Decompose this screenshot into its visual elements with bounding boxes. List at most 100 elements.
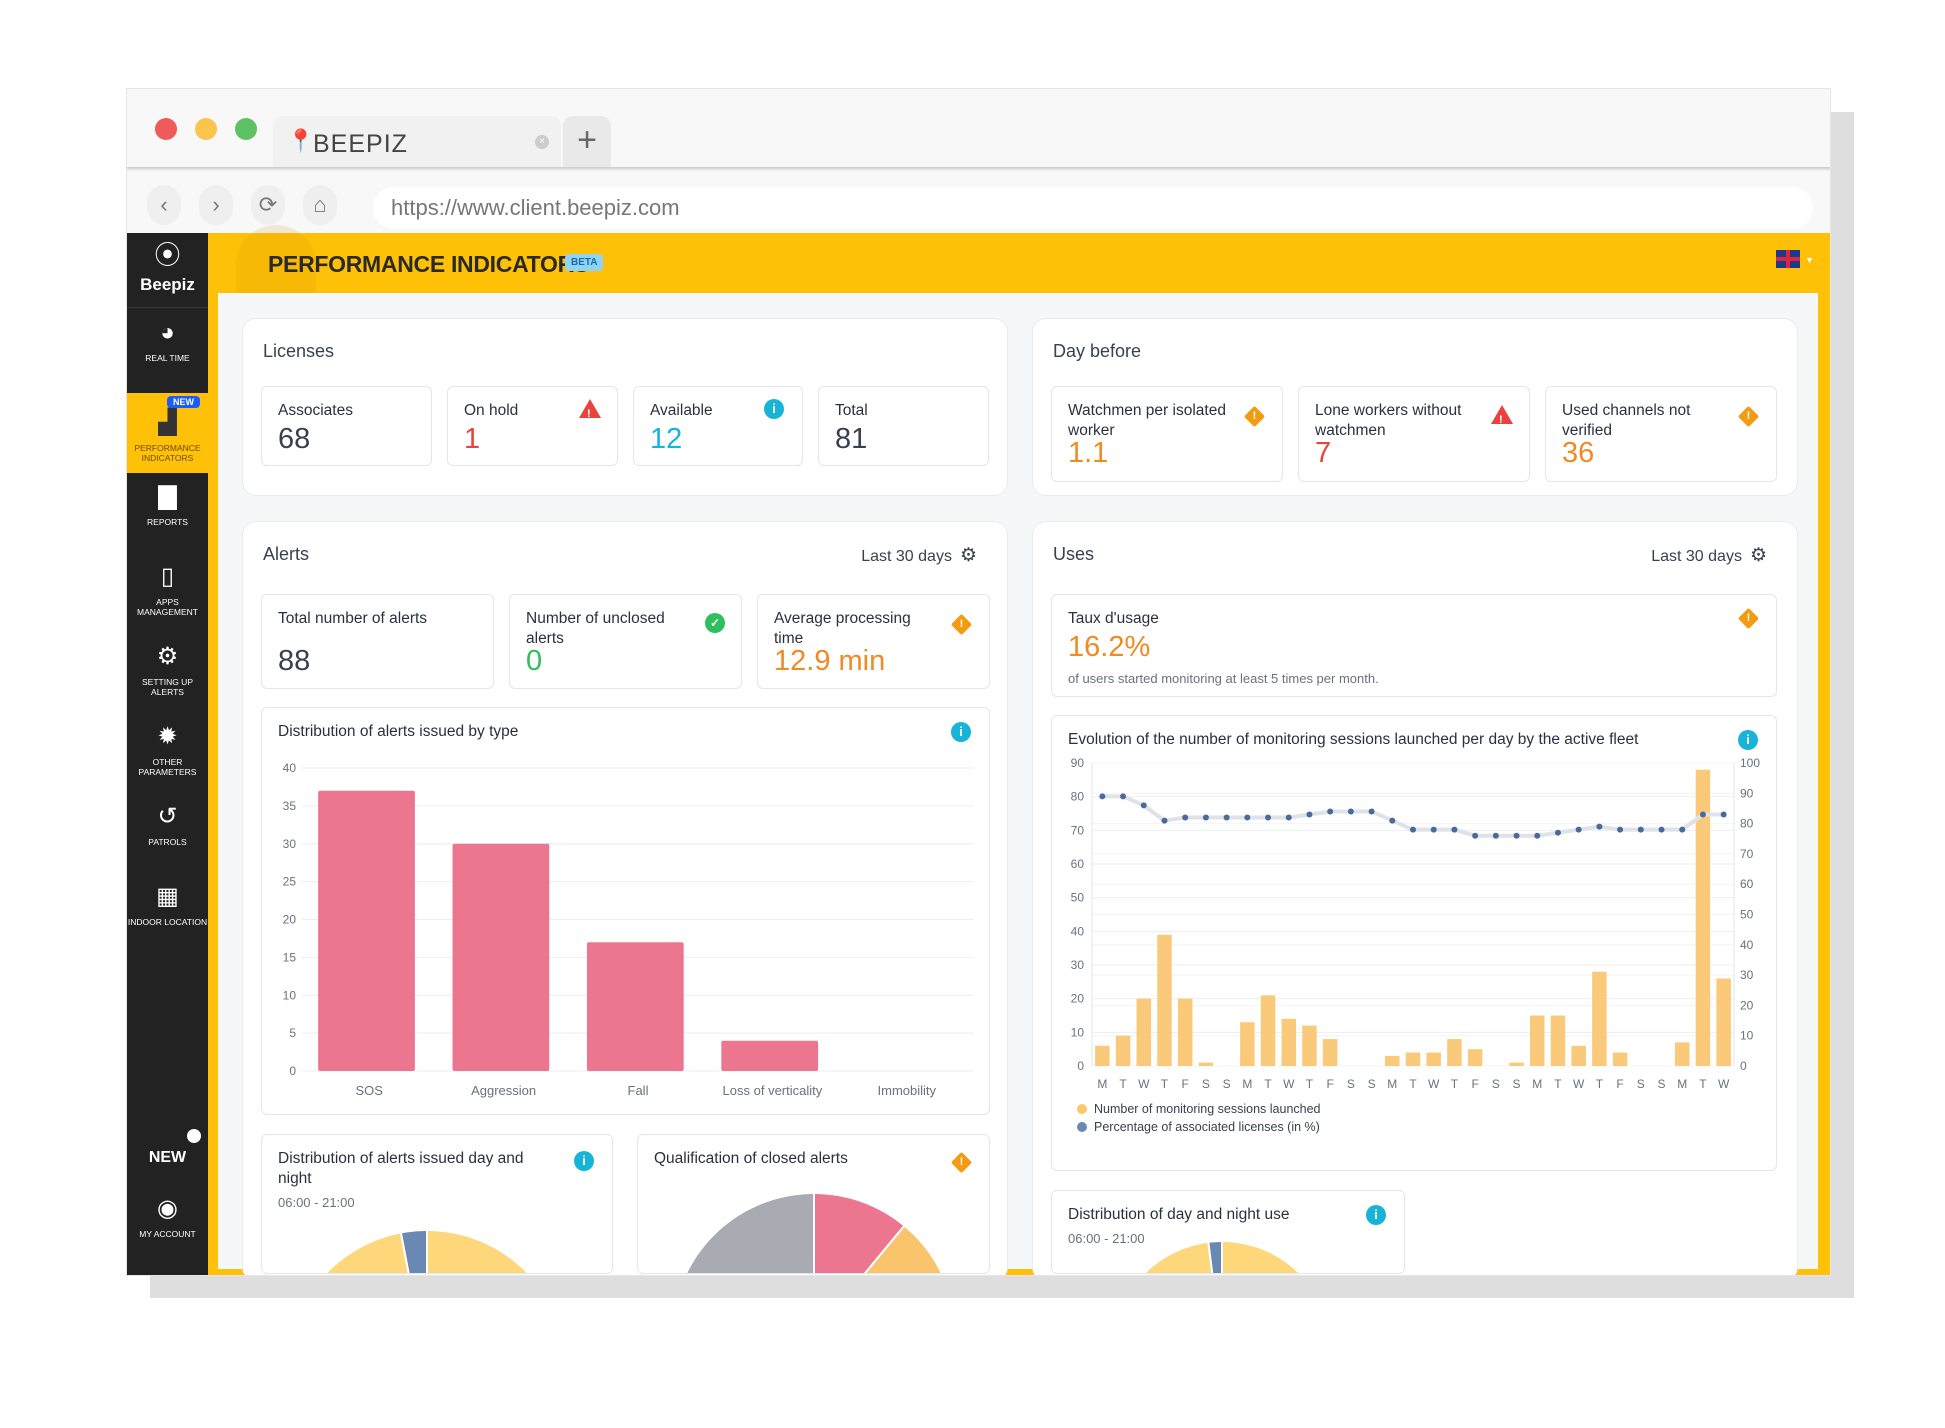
bar-loss-of-verticality — [721, 1040, 819, 1071]
x-tick-label: S — [1492, 1077, 1500, 1091]
dashboard: Licenses Associates 68 On hold ! 1 Avail… — [218, 293, 1818, 1275]
stat-value: 12 — [650, 423, 683, 455]
beta-badge: BETA — [565, 254, 604, 271]
uk-flag-icon[interactable] — [1776, 250, 1800, 268]
language-dropdown-icon[interactable]: ▼ — [1805, 255, 1814, 265]
license-point — [1099, 793, 1106, 800]
sidebar: ⦿ Beepiz ◕ REAL TIME NEW ▟ PERFORMANCE I… — [127, 233, 208, 1275]
sidebar-item-real-time[interactable]: ◕ REAL TIME — [127, 319, 208, 363]
sessions-chart-card: Evolution of the number of monitoring se… — [1051, 715, 1777, 1171]
x-tick-label: W — [1138, 1077, 1150, 1091]
minimize-window-button[interactable] — [195, 118, 217, 140]
warning-icon: ! — [1737, 607, 1760, 630]
alerts-by-type-chart-card: Distribution of alerts issued by type i … — [261, 707, 990, 1115]
sidebar-item-label: APPS MANAGEMENT — [137, 597, 198, 617]
session-bar — [1095, 1045, 1110, 1066]
x-tick-label: T — [1451, 1077, 1459, 1091]
stat-available: Available i 12 — [633, 386, 803, 466]
stat-label: Lone workers without watchmen — [1315, 402, 1462, 439]
license-point — [1202, 814, 1209, 821]
y-left-tick-label: 90 — [1071, 756, 1085, 770]
beepiz-pin-icon: ⦿ — [154, 240, 181, 270]
pie-slice — [324, 1229, 530, 1273]
gear-icon[interactable]: ⚙ — [1750, 544, 1767, 567]
home-button[interactable]: ⌂ — [303, 185, 337, 225]
period-selector[interactable]: Last 30 days ⚙ — [861, 544, 977, 567]
x-tick-label: W — [1428, 1077, 1440, 1091]
y-right-tick-label: 50 — [1740, 908, 1754, 922]
x-tick-label: W — [1283, 1077, 1295, 1091]
info-icon[interactable]: i — [764, 399, 784, 419]
sidebar-item-other-parameters[interactable]: ✹ OTHER PARAMETERS — [127, 723, 208, 777]
new-features-link[interactable]: NEW — [127, 1149, 208, 1167]
reload-button[interactable]: ⟳ — [251, 185, 285, 225]
close-window-button[interactable] — [155, 118, 177, 140]
x-tick-label: T — [1699, 1077, 1707, 1091]
license-point — [1327, 808, 1334, 815]
stat-associates: Associates 68 — [261, 386, 432, 466]
license-point — [1637, 826, 1644, 833]
period-selector[interactable]: Last 30 days ⚙ — [1651, 544, 1767, 567]
license-point — [1306, 811, 1313, 818]
period-label: Last 30 days — [861, 548, 952, 565]
sidebar-item-indoor-location[interactable]: ▦ INDOOR LOCATION — [127, 883, 208, 927]
stat-value: 36 — [1562, 437, 1595, 469]
stat-value: 1.1 — [1068, 437, 1109, 469]
sidebar-item-label: INDOOR LOCATION — [127, 917, 208, 927]
danger-icon: ! — [1491, 405, 1513, 426]
stat-value: 1 — [464, 423, 481, 455]
stat-label: Watchmen per isolated worker — [1068, 402, 1226, 439]
sidebar-item-my-account[interactable]: ◉ MY ACCOUNT — [127, 1195, 208, 1239]
y-tick-label: 40 — [283, 761, 297, 775]
x-tick-label: Fall — [628, 1083, 649, 1098]
stat-value: 12.9 min — [774, 645, 886, 677]
pie-chart-icon: ◕ — [160, 319, 175, 346]
brand-name: Beepiz — [140, 275, 195, 294]
brand-logo[interactable]: ⦿ Beepiz — [127, 241, 208, 295]
license-point — [1120, 793, 1127, 800]
page-title: PERFORMANCE INDICATORS — [268, 251, 589, 277]
x-tick-label: S — [1637, 1077, 1645, 1091]
sidebar-item-reports[interactable]: ▇ REPORTS — [127, 483, 208, 527]
sidebar-item-performance-indicators[interactable]: NEW ▟ PERFORMANCE INDICATORS — [127, 393, 208, 473]
x-tick-label: Loss of verticality — [723, 1083, 823, 1098]
address-bar[interactable]: https://www.client.beepiz.com — [373, 187, 1813, 229]
gear-icon[interactable]: ⚙ — [960, 544, 977, 567]
x-tick-label: S — [1347, 1077, 1355, 1091]
x-tick-label: S — [1658, 1077, 1666, 1091]
y-left-tick-label: 70 — [1071, 823, 1085, 837]
alerts-day-night-pie — [324, 1229, 530, 1273]
sidebar-item-setting-up-alerts[interactable]: ⚙ SETTING UP ALERTS — [127, 643, 208, 697]
alerts-day-night-card: Distribution of alerts issued day and ni… — [261, 1134, 613, 1274]
tab-close-icon[interactable]: × — [535, 135, 549, 149]
back-button[interactable]: ‹ — [147, 185, 181, 225]
bar-chart-icon: ▟ — [158, 409, 177, 436]
browser-tab[interactable]: 📍 BEEPIZ × — [273, 116, 561, 168]
stat-unverified-channels: Used channels not verified ! 36 — [1545, 386, 1777, 482]
period-label: Last 30 days — [1651, 548, 1742, 565]
x-tick-label: F — [1616, 1077, 1623, 1091]
y-right-tick-label: 80 — [1740, 817, 1754, 831]
session-bar — [1550, 1015, 1566, 1066]
license-point — [1161, 817, 1168, 824]
y-right-tick-label: 40 — [1740, 938, 1754, 952]
session-bar — [1405, 1052, 1421, 1066]
sidebar-item-apps-management[interactable]: ▯ APPS MANAGEMENT — [127, 563, 208, 617]
stat-label: Available — [650, 402, 713, 419]
maximize-window-button[interactable] — [235, 118, 257, 140]
license-point — [1554, 829, 1561, 836]
license-point — [1347, 808, 1354, 815]
card-title: Uses — [1053, 544, 1095, 564]
stat-unclosed-alerts: Number of unclosed alerts ✓ 0 — [509, 594, 742, 689]
sidebar-item-label: PATROLS — [148, 837, 187, 847]
document-icon: ▇ — [158, 483, 177, 510]
new-tab-button[interactable]: + — [563, 116, 611, 168]
y-tick-label: 20 — [283, 913, 297, 927]
sidebar-item-patrols[interactable]: ↺ PATROLS — [127, 803, 208, 847]
forward-button[interactable]: › — [199, 185, 233, 225]
session-bar — [1281, 1018, 1296, 1066]
x-tick-label: S — [1513, 1077, 1521, 1091]
license-point — [1389, 817, 1396, 824]
session-bar — [1467, 1049, 1483, 1066]
x-tick-label: T — [1119, 1077, 1127, 1091]
